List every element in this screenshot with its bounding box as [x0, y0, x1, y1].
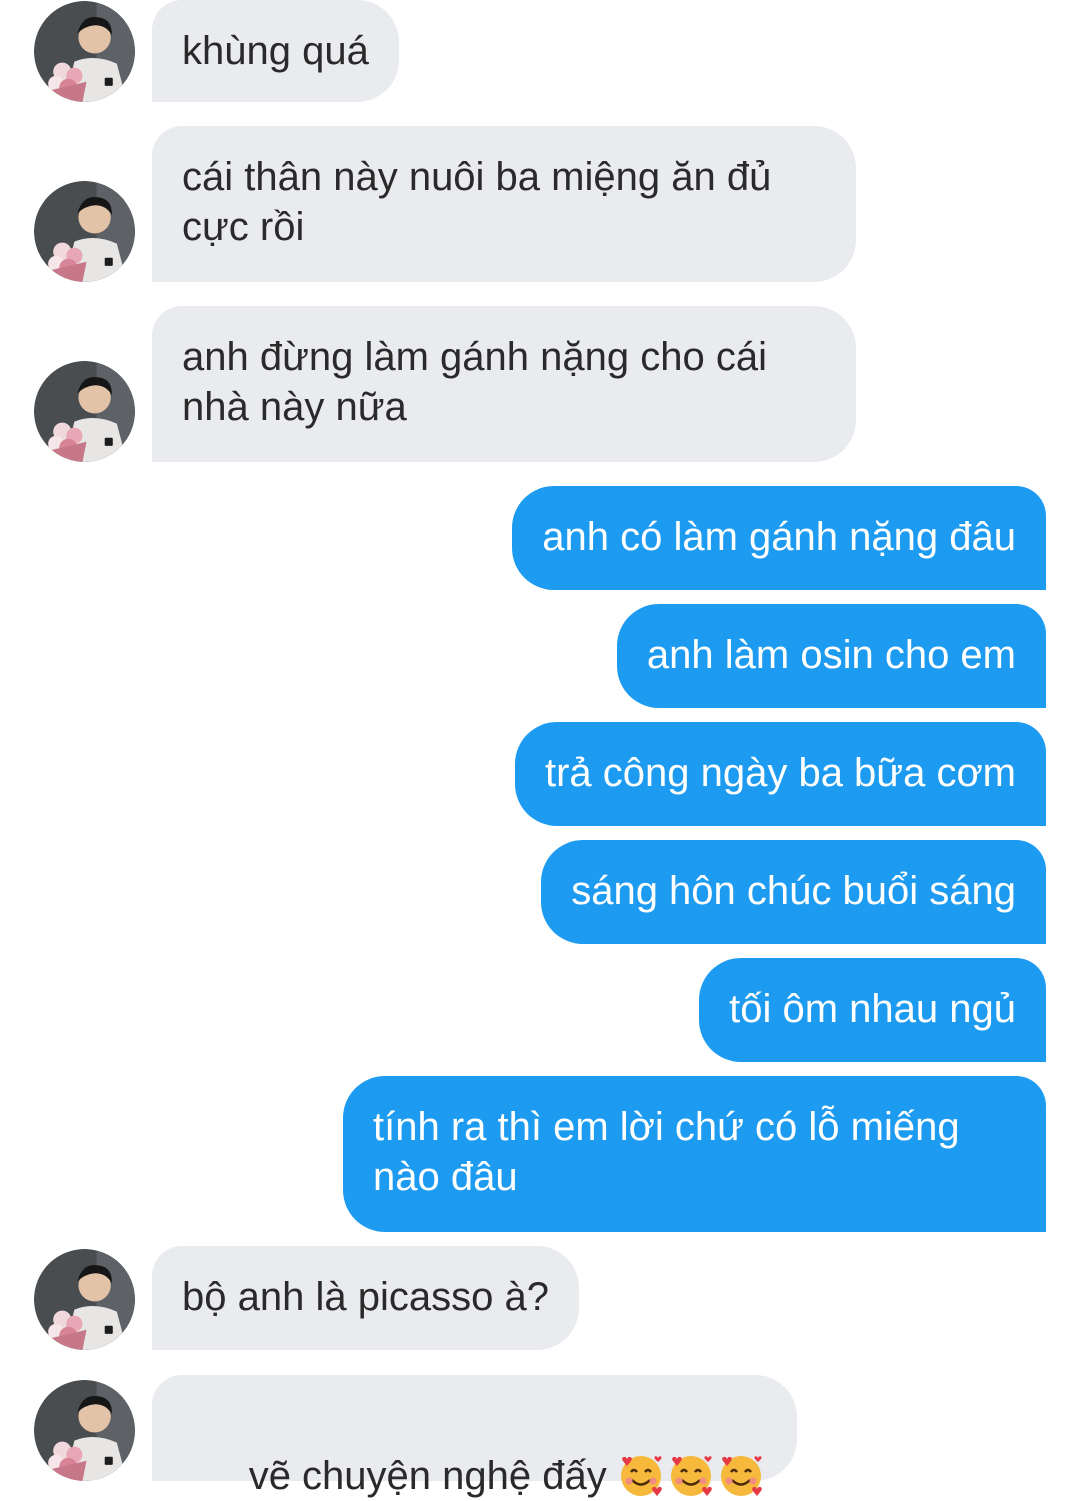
avatar[interactable] — [34, 361, 135, 462]
incoming-message-bubble[interactable]: khùng quá — [152, 0, 399, 102]
outgoing-message-bubble[interactable]: anh có làm gánh nặng đâu — [512, 486, 1046, 590]
incoming-message-bubble[interactable]: anh đừng làm gánh nặng cho cái nhà này n… — [152, 306, 856, 462]
incoming-message-bubble[interactable]: bộ anh là picasso à? — [152, 1246, 579, 1350]
outgoing-message-bubble[interactable]: sáng hôn chúc buổi sáng — [541, 840, 1046, 944]
avatar[interactable] — [34, 1380, 135, 1481]
avatar[interactable] — [34, 181, 135, 282]
message-row: khùng quá — [0, 0, 1080, 102]
outgoing-message-bubble[interactable]: trả công ngày ba bữa cơm — [514, 722, 1046, 826]
message-row: cái thân này nuôi ba miệng ăn đủ cực rồi — [0, 126, 1080, 282]
avatar[interactable] — [34, 1, 135, 102]
emoji-group — [617, 1451, 767, 1501]
chat-thread: khùng quá cái thân này nuôi ba miệng ăn … — [0, 0, 1080, 1501]
smiling-face-with-hearts-icon — [670, 1456, 712, 1496]
message-row: bộ anh là picasso à? — [0, 1246, 1080, 1350]
outgoing-message-bubble[interactable]: tối ôm nhau ngủ — [699, 958, 1046, 1062]
smiling-face-with-hearts-icon — [620, 1456, 662, 1496]
message-row: anh đừng làm gánh nặng cho cái nhà này n… — [0, 306, 1080, 462]
incoming-message-bubble[interactable]: vẽ chuyện nghệ đấy — [152, 1375, 797, 1498]
outgoing-message-bubble[interactable]: anh làm osin cho em — [616, 604, 1046, 708]
message-text: vẽ chuyện nghệ đấy — [248, 1454, 607, 1498]
smiling-face-with-hearts-icon — [720, 1456, 762, 1496]
message-row: vẽ chuyện nghệ đấy — [0, 1375, 1080, 1498]
incoming-message-bubble[interactable]: cái thân này nuôi ba miệng ăn đủ cực rồi — [152, 126, 856, 282]
outgoing-message-bubble[interactable]: tính ra thì em lời chứ có lỗ miếng nào đ… — [343, 1076, 1046, 1232]
avatar[interactable] — [34, 1249, 135, 1350]
